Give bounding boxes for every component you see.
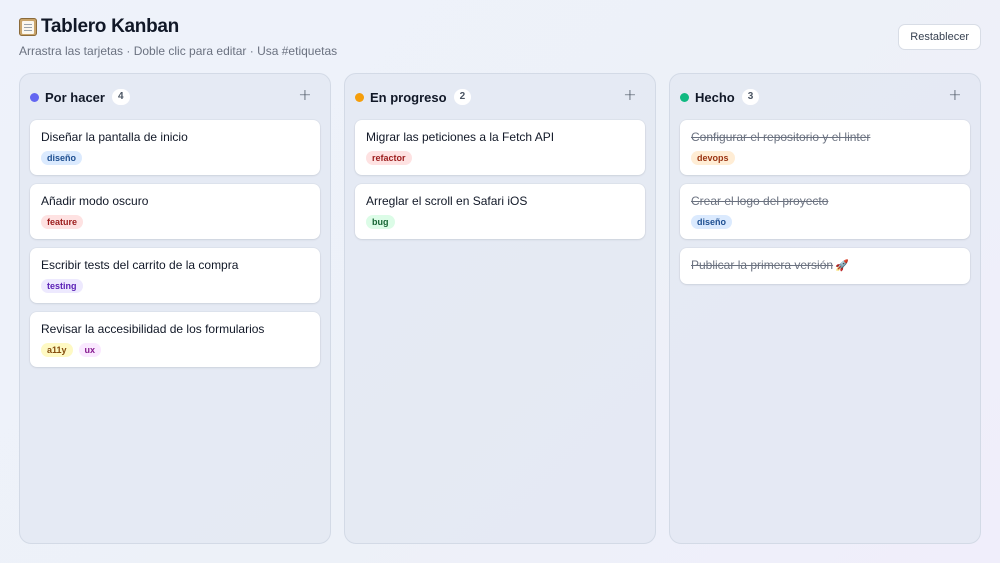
kanban-board: Por hacer 4 + Diseñar la pantalla de inicio… [19,73,981,544]
card-count-badge: 2 [453,89,472,105]
card-title-text: Arreglar el scroll en Safari iOS [366,194,528,208]
tag-badge: feature [41,215,84,229]
page-title: Tablero Kanban [41,16,179,37]
kanban-card[interactable]: Arreglar el scroll en Safari iOS bug [355,184,645,239]
column-title: Por hacer [45,89,105,105]
kanban-card[interactable]: Migrar las peticiones a la Fetch API refa… [355,120,645,175]
tag-badge: diseño [691,215,733,229]
card-title-text: Diseñar la pantalla de inicio [41,130,188,144]
kanban-card[interactable]: Configurar el repositorio y el linter dev… [680,120,970,175]
title-row: Tablero Kanban [19,16,981,38]
tag-list: devops [691,151,959,165]
column-title: En progreso [370,89,447,105]
reset-button[interactable]: Restablecer [898,24,981,50]
kanban-card[interactable]: Escribir tests del carrito de la compra t… [30,248,320,303]
card-title: Diseñar la pantalla de inicio [41,130,309,145]
tag-list: diseño [691,215,959,229]
add-card-button[interactable]: + [946,87,964,105]
column-header: Hecho 3 + [680,74,970,120]
tag-badge: devops [691,151,735,165]
card-count-badge: 3 [741,89,760,105]
page-subtitle: Arrastra las tarjetas · Doble clic para … [19,44,338,58]
card-title: Escribir tests del carrito de la compra [41,258,309,273]
status-dot-icon [680,92,689,102]
column-todo[interactable]: Por hacer 4 + Diseñar la pantalla de inicio… [19,73,331,544]
card-title-text: Añadir modo oscuro [41,194,149,208]
tag-badge: testing [41,279,83,293]
column-done[interactable]: Hecho 3 + Configurar el repositorio y el li… [669,73,981,544]
column-header: En progreso 2 + [355,74,645,120]
card-title: Crear el logo del proyecto [691,194,959,209]
card-title: Migrar las peticiones a la Fetch API [366,130,634,145]
tag-badge: ux [78,343,102,357]
column-title: Hecho [695,89,735,105]
card-title-text: Configurar el repositorio y el linter [691,130,871,144]
card-title-text: Revisar la accesibilidad de los formular… [41,322,265,336]
status-dot-icon [355,92,364,102]
card-title: Publicar la primera versión 🚀 [691,258,959,274]
kanban-card[interactable]: Publicar la primera versión 🚀 [680,248,970,284]
kanban-card[interactable]: Crear el logo del proyecto diseño [680,184,970,239]
tag-list: refactor [366,151,634,165]
tag-list: diseño [41,151,309,165]
card-title-text: Publicar la primera versión [691,258,834,272]
status-dot-icon [30,92,39,102]
rocket-icon: 🚀 [835,260,849,272]
tag-badge: bug [366,215,395,229]
column-header: Por hacer 4 + [30,74,320,120]
card-title: Añadir modo oscuro [41,194,309,209]
tag-list: bug [366,215,634,229]
clipboard-icon [19,18,37,36]
card-count-badge: 4 [111,89,130,105]
card-title-text: Crear el logo del proyecto [691,194,829,208]
tag-badge: diseño [41,151,83,165]
column-in-progress[interactable]: En progreso 2 + Migrar las peticiones a la … [344,73,656,544]
tag-badge: a11y [41,343,73,357]
card-title-text: Escribir tests del carrito de la compra [41,258,239,272]
kanban-card[interactable]: Revisar la accesibilidad de los formular… [30,312,320,367]
card-title-text: Migrar las peticiones a la Fetch API [366,130,555,144]
add-card-button[interactable]: + [621,87,639,105]
tag-list: testing [41,279,309,293]
card-title: Configurar el repositorio y el linter [691,130,959,145]
card-title: Arreglar el scroll en Safari iOS [366,194,634,209]
tag-list: a11y ux [41,343,309,357]
tag-badge: refactor [366,151,412,165]
app-header: Tablero Kanban Arrastra las tarjetas · D… [19,16,981,60]
tag-list: feature [41,215,309,229]
add-card-button[interactable]: + [296,87,314,105]
kanban-card[interactable]: Añadir modo oscuro feature [30,184,320,239]
kanban-card[interactable]: Diseñar la pantalla de inicio diseño [30,120,320,175]
card-title: Revisar la accesibilidad de los formular… [41,322,309,337]
